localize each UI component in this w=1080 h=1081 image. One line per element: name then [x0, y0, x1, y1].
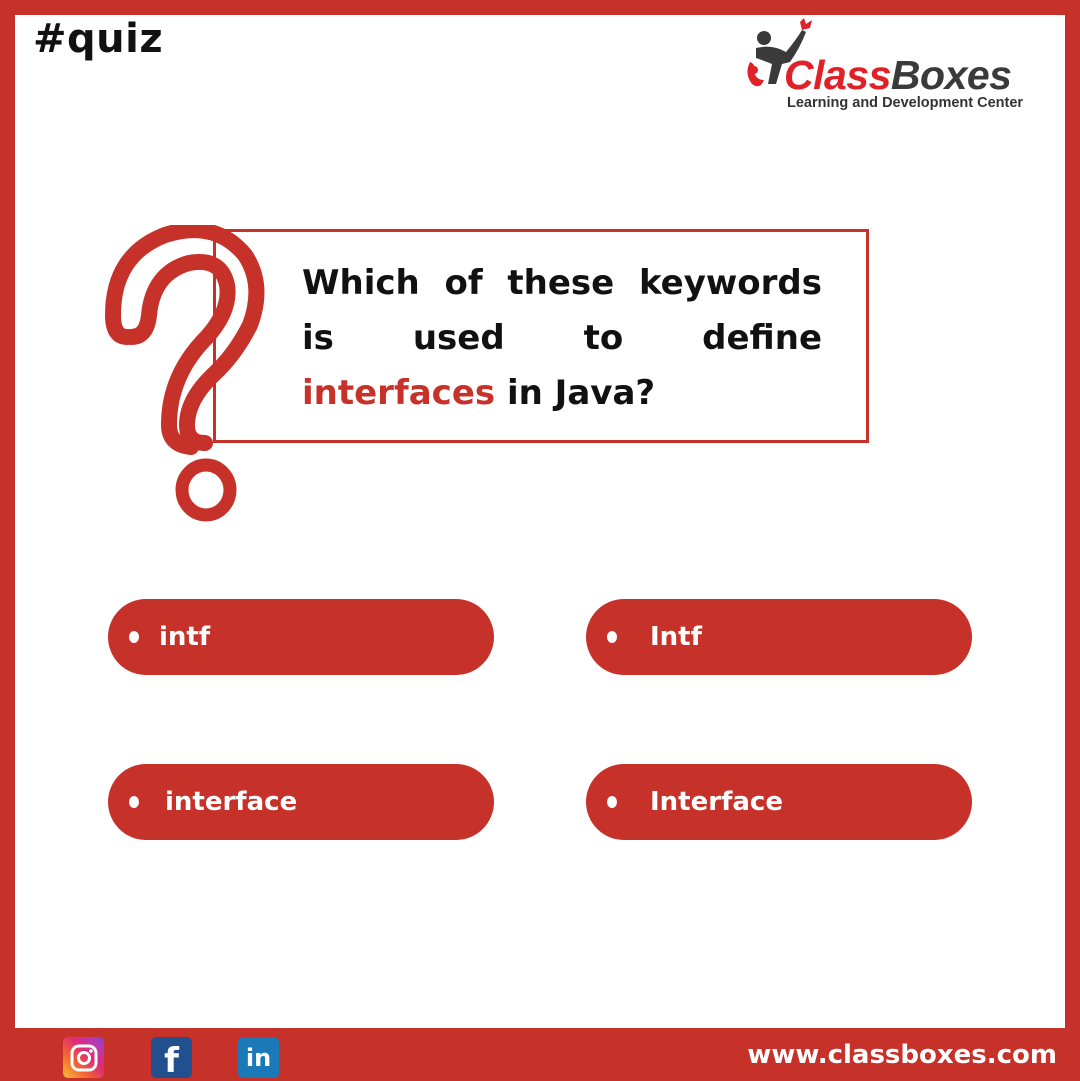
hashtag-label: #quiz [33, 16, 164, 62]
option-b-button[interactable]: Intf [586, 599, 972, 675]
question-suffix: in Java? [506, 373, 656, 413]
logo-wordmark: ClassBoxes [784, 52, 1012, 99]
facebook-icon[interactable]: f [151, 1037, 192, 1081]
website-link[interactable]: www.classboxes.com [747, 1040, 1057, 1070]
question-prefix: Which of these keywords is used to defin… [302, 263, 822, 358]
bullet-icon [607, 631, 617, 643]
bullet-icon [129, 796, 139, 808]
social-links: f in [63, 1037, 279, 1081]
bullet-icon [129, 631, 139, 643]
logo-tagline: Learning and Development Center [787, 95, 1024, 111]
option-label: Interface [650, 787, 783, 817]
option-c-button[interactable]: interface [108, 764, 494, 840]
question-mark-icon [105, 225, 265, 522]
option-a-button[interactable]: intf [108, 599, 494, 675]
option-label: interface [165, 787, 298, 817]
option-d-button[interactable]: Interface [586, 764, 972, 840]
bullet-icon [607, 796, 617, 808]
option-label: intf [159, 622, 211, 652]
logo-wordmark-class: Class [784, 52, 891, 98]
logo-wordmark-boxes: Boxes [890, 52, 1012, 98]
classboxes-logo: ClassBoxes Learning and Development Cent… [742, 18, 1057, 118]
instagram-icon[interactable] [63, 1037, 104, 1078]
question-highlight: interfaces [302, 373, 496, 413]
instagram-glyph [70, 1044, 97, 1071]
linkedin-icon[interactable]: in [238, 1037, 279, 1078]
question-text: Which of these keywords is used to defin… [302, 256, 822, 421]
option-label: Intf [650, 622, 702, 652]
